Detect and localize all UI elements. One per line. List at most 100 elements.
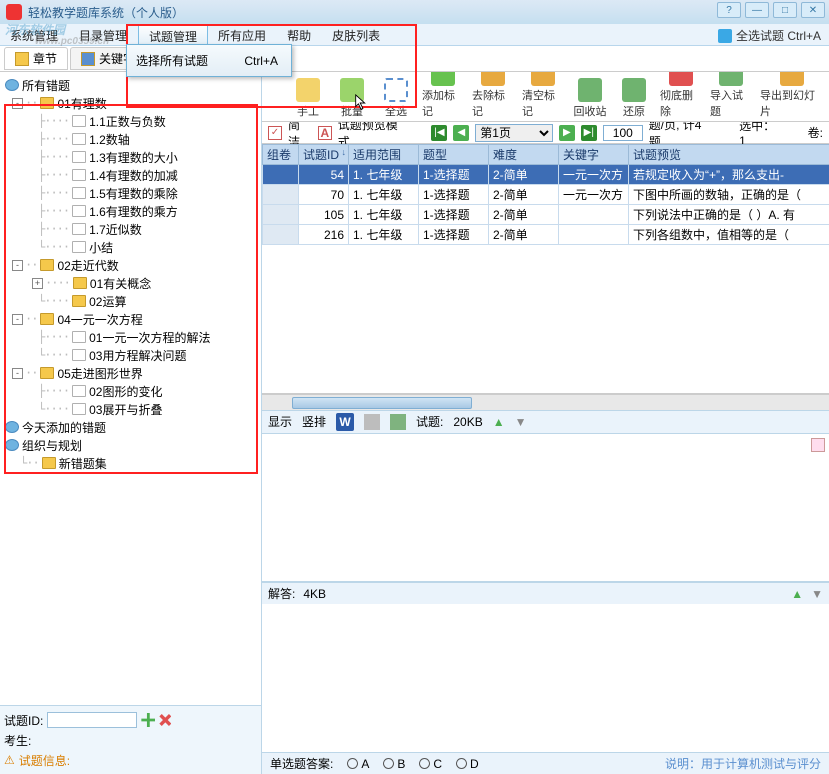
goto-input[interactable] <box>603 125 643 141</box>
mode-icon[interactable]: A <box>318 126 332 140</box>
tile-icon[interactable] <box>811 438 825 452</box>
menu-questions[interactable]: 试题管理 <box>138 24 208 45</box>
folder-icon <box>40 367 54 379</box>
opt-d[interactable]: D <box>456 757 479 771</box>
col-preview[interactable]: 试题预览 <box>629 145 829 165</box>
tree-item[interactable]: 01一元一次方程的解法 <box>89 329 210 346</box>
minimize-button[interactable]: — <box>745 2 769 18</box>
table-row[interactable]: 1051. 七年级1-选择题2-简单下列说法中正确的是（ ）A. 有 <box>263 205 829 225</box>
question-preview <box>262 434 829 583</box>
expand-icon[interactable]: - <box>12 260 23 271</box>
nav-next[interactable]: ▶ <box>559 125 575 141</box>
vol-label: 卷: <box>808 124 823 141</box>
question-label: 试题: <box>416 413 443 430</box>
toolbar-recycle[interactable]: 回收站 <box>572 78 608 119</box>
help-button[interactable]: ? <box>717 2 741 18</box>
menu-help[interactable]: 帮助 <box>277 24 322 45</box>
tree-today[interactable]: 今天添加的错题 <box>22 419 106 436</box>
expand-icon[interactable]: - <box>12 314 23 325</box>
close-button[interactable]: ✕ <box>801 2 825 18</box>
page-select[interactable]: 第1页 <box>475 124 553 142</box>
table-row[interactable]: 2161. 七年级1-选择题2-简单下列各组数中，值相等的是（ <box>263 225 829 245</box>
tree-newset[interactable]: 新错题集 <box>59 455 107 472</box>
toolbar-selectall[interactable]: 全选 <box>378 78 414 119</box>
tree-view[interactable]: 所有错题 -··01有理数 ├····1.1正数与负数 ├····1.2数轴 ├… <box>0 72 261 705</box>
col-group[interactable]: 组卷 <box>263 145 299 165</box>
col-scope[interactable]: 适用范围 <box>349 145 419 165</box>
tab-chapter[interactable]: 章节 <box>4 47 68 70</box>
add-icon[interactable] <box>141 713 155 727</box>
toolbar-removemark[interactable]: 去除标记 <box>472 72 514 119</box>
left-pane: 所有错题 -··01有理数 ├····1.1正数与负数 ├····1.2数轴 ├… <box>0 72 262 774</box>
tree-item[interactable]: 01有关概念 <box>90 275 151 292</box>
up-icon[interactable]: ▲ <box>791 587 803 601</box>
toolbar-clearmark[interactable]: 清空标记 <box>522 72 564 119</box>
maximize-button[interactable]: □ <box>773 2 797 18</box>
expand-icon[interactable]: - <box>12 368 23 379</box>
tree-item[interactable]: 1.2数轴 <box>89 131 130 148</box>
dropdown-select-all[interactable]: 选择所有试题 Ctrl+A <box>130 48 288 73</box>
down-icon[interactable]: ▼ <box>811 587 823 601</box>
plan-icon <box>5 439 19 451</box>
toolbar-import[interactable]: 导入试题 <box>710 72 752 119</box>
nav-prev[interactable]: ◀ <box>453 125 469 141</box>
vertical-label[interactable]: 竖排 <box>302 413 326 430</box>
clean-icon[interactable]: ✓ <box>268 126 282 140</box>
nav-first[interactable]: |◀ <box>431 125 447 141</box>
opt-a[interactable]: A <box>347 757 369 771</box>
word-icon[interactable]: W <box>336 413 354 431</box>
col-type[interactable]: 题型 <box>419 145 489 165</box>
toolbar-manual[interactable]: 手工 <box>290 78 326 119</box>
tree-item[interactable]: 03用方程解决问题 <box>89 347 186 364</box>
table-row[interactable]: 701. 七年级1-选择题2-简单一元一次方下图中所画的数轴，正确的是（ <box>263 185 829 205</box>
table-row[interactable]: 541. 七年级1-选择题2-简单一元一次方若规定收入为“+”，那么支出- <box>263 165 829 185</box>
down-icon[interactable]: ▼ <box>515 415 527 429</box>
up-icon[interactable]: ▲ <box>493 415 505 429</box>
tree-item[interactable]: 04一元一次方程 <box>57 311 142 328</box>
tree-item[interactable]: 02图形的变化 <box>89 383 162 400</box>
tree-item[interactable]: 02运算 <box>89 293 126 310</box>
tree-item[interactable]: 1.5有理数的乘除 <box>89 185 178 202</box>
opt-b[interactable]: B <box>383 757 405 771</box>
tree-item[interactable]: 1.6有理数的乘方 <box>89 203 178 220</box>
expand-icon[interactable]: - <box>12 98 23 109</box>
tree-item[interactable]: 03展开与折叠 <box>89 401 162 418</box>
titlebar: 轻松教学题库系统（个人版） ? — □ ✕ <box>0 0 829 24</box>
toolbar-restore[interactable]: 还原 <box>616 78 652 119</box>
tree-item[interactable]: 小结 <box>89 239 113 256</box>
expand-icon[interactable]: + <box>32 278 43 289</box>
tree-item[interactable]: 1.4有理数的加减 <box>89 167 178 184</box>
menu-system[interactable]: 系统管理 <box>0 24 69 45</box>
opt-c[interactable]: C <box>419 757 442 771</box>
data-grid[interactable]: 组卷 试题ID↓ 适用范围 题型 难度 关键字 试题预览 541. 七年级1-选… <box>262 144 829 245</box>
tree-item[interactable]: 1.3有理数的大小 <box>89 149 178 166</box>
menu-catalog[interactable]: 目录管理 <box>69 24 138 45</box>
right-pane: 手工 批量 全选 添加标记 去除标记 清空标记 回收站 还原 彻底删除 导入试题… <box>262 72 829 774</box>
question-id-input[interactable] <box>47 712 137 728</box>
info-label: 试题信息: <box>19 752 70 769</box>
show-label[interactable]: 显示 <box>268 413 292 430</box>
tree-item[interactable]: 1.7近似数 <box>89 221 142 238</box>
menu-apps[interactable]: 所有应用 <box>208 24 277 45</box>
menubar: 系统管理 目录管理 试题管理 所有应用 帮助 皮肤列表 全选试题 Ctrl+A <box>0 24 829 46</box>
toolbar-addmark[interactable]: 添加标记 <box>422 72 464 119</box>
tree-item[interactable]: 1.1正数与负数 <box>89 113 166 130</box>
book-icon <box>72 223 86 235</box>
menu-skins[interactable]: 皮肤列表 <box>322 24 391 45</box>
delete-icon[interactable] <box>159 714 171 726</box>
open-icon[interactable] <box>390 414 406 430</box>
toolbar-export[interactable]: 导出到幻灯片 <box>760 72 823 119</box>
tree-item[interactable]: 02走近代数 <box>57 257 118 274</box>
col-id[interactable]: 试题ID↓ <box>299 145 349 165</box>
answer-size: 4KB <box>303 587 326 601</box>
save-icon[interactable] <box>364 414 380 430</box>
tree-plan[interactable]: 组织与规划 <box>22 437 82 454</box>
toolbar-delete[interactable]: 彻底删除 <box>660 72 702 119</box>
col-diff[interactable]: 难度 <box>489 145 559 165</box>
tree-item[interactable]: 05走进图形世界 <box>57 365 142 382</box>
nav-last[interactable]: ▶| <box>581 125 597 141</box>
tree-item[interactable]: 01有理数 <box>57 95 106 112</box>
col-keyword[interactable]: 关键字 <box>559 145 629 165</box>
h-scrollbar[interactable] <box>262 394 829 410</box>
tree-root[interactable]: 所有错题 <box>22 77 70 94</box>
